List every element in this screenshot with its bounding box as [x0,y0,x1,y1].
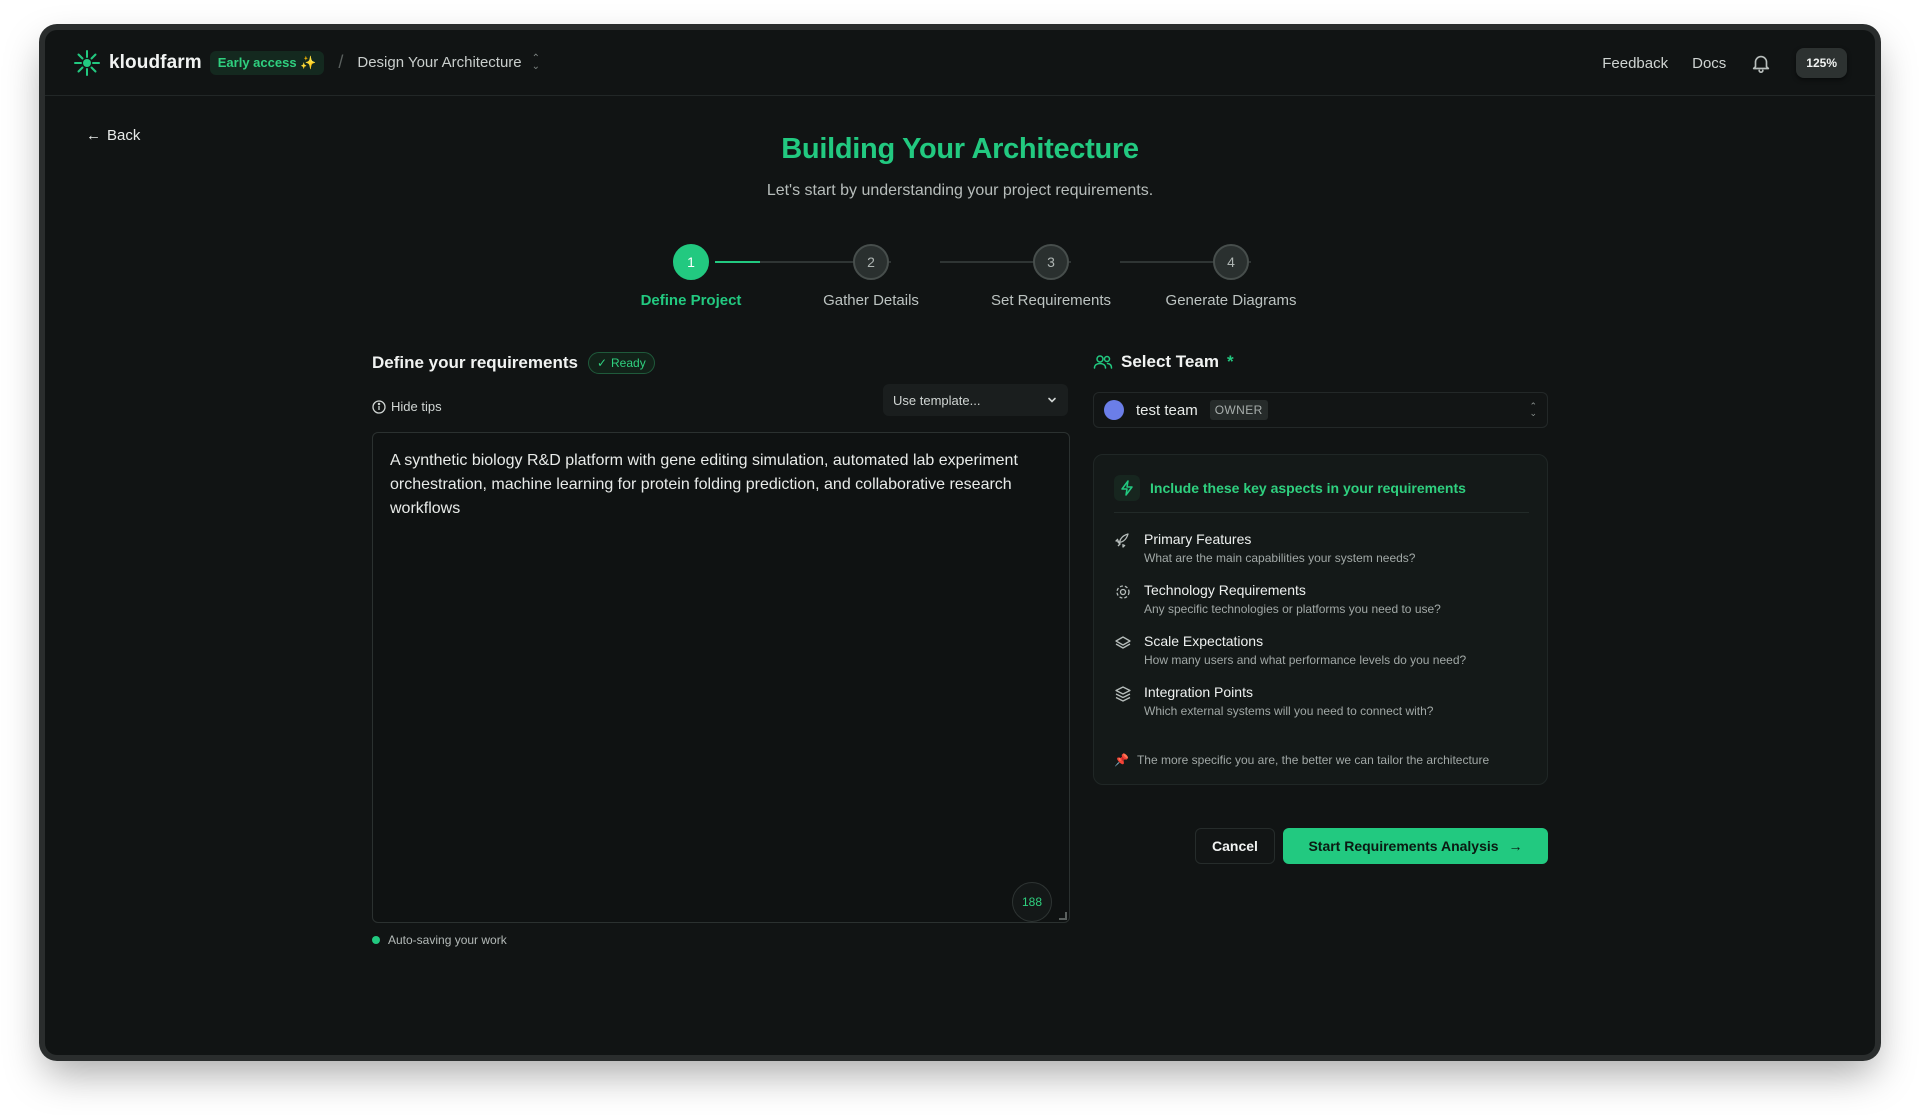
tip-title: Scale Expectations [1144,633,1264,649]
tips-footer-text: The more specific you are, the better we… [1136,753,1490,767]
breadcrumb[interactable]: Design Your Architecture ⌃ ⌄ [357,52,541,72]
step-4-circle[interactable]: 4 [1213,244,1249,280]
team-select[interactable]: test team OWNER ⌃ ⌄ [1093,392,1548,428]
requirements-title: Define your requirements [372,353,578,372]
requirements-textarea[interactable]: A synthetic biology R&D platform with ge… [372,432,1070,923]
gear-icon [1116,585,1130,599]
progress-stepper: 1 2 3 4 Define Project Gather Details Se… [45,30,1875,309]
tip-item: Technology Requirements Any specific tec… [1114,582,1441,616]
start-analysis-label: Start Requirements Analysis [1308,838,1499,854]
arrow-right-icon: → [1508,838,1523,854]
users-icon [1093,355,1113,369]
select-team-header: Select Team * [1093,352,1234,372]
top-bar: kloudfarm Early access ✨ / Design Your A… [45,30,1875,96]
hide-tips-label: Hide tips [391,399,442,414]
requirements-header: Define your requirements ✓ Ready [372,352,655,374]
template-select-label: Use template... [893,392,981,408]
step-4-label: Generate Diagrams [1165,292,1297,309]
feedback-link[interactable]: Feedback [1602,55,1668,72]
divider [1114,512,1529,513]
breadcrumb-separator: / [338,52,344,72]
tip-title: Integration Points [1144,684,1253,700]
chevron-down-icon [1048,397,1056,403]
cancel-button[interactable]: Cancel [1195,828,1275,864]
bell-icon[interactable] [1750,52,1772,74]
step-3-circle[interactable]: 3 [1033,244,1069,280]
role-badge: OWNER [1209,400,1268,420]
kloudfarm-logo-icon [74,49,100,76]
template-select[interactable]: Use template... [883,384,1068,416]
layers-icon [1115,636,1131,649]
step-1-circle[interactable]: 1 [673,244,709,280]
autosave-dot-icon [372,936,380,944]
logo[interactable]: kloudfarm [73,49,202,77]
page-subtitle: Let's start by understanding your projec… [766,182,1154,199]
tips-card-header: Include these key aspects in your requir… [1114,475,1466,501]
tip-title: Primary Features [1144,531,1252,547]
zoom-level-badge: 125% [1796,48,1847,78]
tips-card: Include these key aspects in your requir… [1093,454,1548,785]
early-access-badge: Early access ✨ [209,50,325,75]
tip-description: Any specific technologies or platforms y… [1144,602,1441,616]
step-connector-progress [715,261,760,263]
tip-item: Integration Points Which external system… [1114,684,1433,718]
top-right-actions: Feedback Docs 125% [1602,30,1847,96]
required-mark: * [1226,352,1234,371]
start-analysis-button[interactable]: Start Requirements Analysis → [1283,828,1548,864]
page-title: Building Your Architecture [781,133,1139,165]
pin-icon: 📌 [1114,753,1129,767]
app-window: kloudfarm Early access ✨ / Design Your A… [45,30,1875,1055]
step-1-label: Define Project [640,292,742,309]
team-avatar [1104,400,1124,420]
team-name: test team [1136,401,1198,419]
tip-title: Technology Requirements [1144,582,1306,598]
character-count: 188 [1012,882,1052,922]
tips-footer: 📌 The more specific you are, the better … [1114,753,1489,767]
info-icon [372,399,386,414]
tip-item: Scale Expectations How many users and wh… [1114,633,1466,667]
step-2-label: Gather Details [823,292,919,309]
tips-card-title: Include these key aspects in your requir… [1150,480,1466,496]
autosave-label: Auto-saving your work [388,933,507,947]
chevron-updown-icon: ⌃ ⌄ [1529,401,1537,418]
step-3-label: Set Requirements [990,292,1112,309]
status-badge: ✓ Ready [587,352,655,374]
check-icon: ✓ [596,356,608,370]
hide-tips-button[interactable]: Hide tips [372,399,442,414]
tip-item: Primary Features What are the main capab… [1114,531,1415,565]
brand-name: kloudfarm [109,51,202,73]
chevron-updown-icon: ⌃ ⌄ [531,52,541,72]
stack-icon [1115,686,1131,702]
autosave-indicator: Auto-saving your work [372,933,507,947]
tip-description: Which external systems will you need to … [1144,704,1434,718]
tip-description: How many users and what performance leve… [1144,653,1467,667]
step-2-circle[interactable]: 2 [853,244,889,280]
bolt-icon [1114,475,1140,501]
breadcrumb-label: Design Your Architecture [357,54,522,71]
rocket-icon [1115,533,1129,548]
tip-description: What are the main capabilities your syst… [1144,551,1416,565]
resize-handle[interactable] [1059,912,1067,920]
docs-link[interactable]: Docs [1692,55,1726,72]
status-label: Ready [611,356,646,370]
select-team-title: Select Team [1121,352,1219,371]
